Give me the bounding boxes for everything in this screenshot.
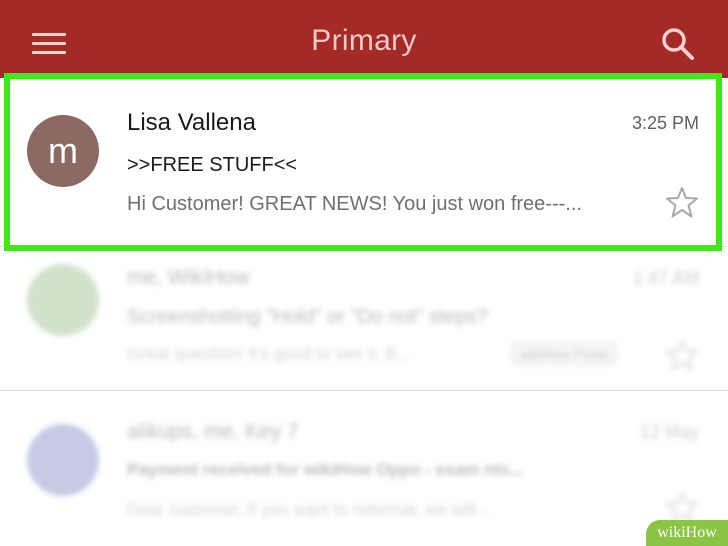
app-bar: Primary [0,0,728,78]
selection-highlight [4,73,722,251]
inbox-title: Primary [311,24,417,57]
dim-overlay [0,245,728,546]
wikihow-watermark: wikiHow [646,520,728,546]
search-icon[interactable] [660,26,696,62]
